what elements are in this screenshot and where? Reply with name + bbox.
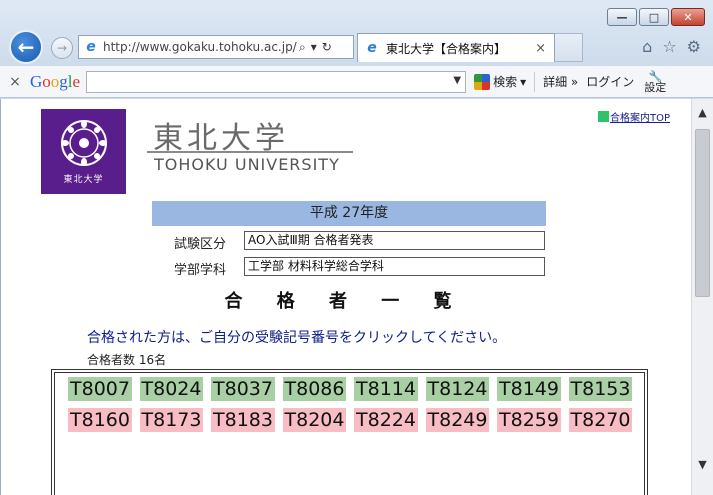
maximize-icon: □	[648, 10, 660, 24]
exam-number-link[interactable]: T8024	[139, 377, 204, 401]
university-emblem-icon	[60, 120, 107, 166]
new-tab-button[interactable]	[555, 33, 583, 62]
exam-type-label: 試験区分	[174, 237, 227, 252]
exam-type-row: 試験区分 AO入試Ⅲ期 合格者発表	[152, 231, 546, 252]
tab-close-icon[interactable]: ×	[535, 41, 546, 56]
successful-list-title: 合 格 者 一 覧	[224, 291, 466, 312]
search-history-dropdown-icon[interactable]: ▼	[453, 75, 461, 86]
logo-caption: 東北大学	[63, 175, 104, 185]
wrench-icon: 🔧	[648, 69, 663, 83]
back-button[interactable]: ←	[9, 30, 43, 64]
exam-number-link[interactable]: T8259	[497, 408, 561, 432]
page-viewport: 東北大学 東北大学 TOHOKU UNIVERSITY 合格案内TOP 平成 2…	[0, 99, 713, 495]
chevron-down-icon: ▾	[520, 74, 527, 89]
year-header: 平成 27年度	[152, 201, 546, 226]
department-value: 工学部 材料科学総合学科	[244, 257, 545, 276]
exam-number-link[interactable]: T8153	[568, 377, 633, 401]
click-instruction: 合格された方は、ご自分の受験記号番号をクリックしてください。	[87, 330, 507, 346]
favorites-star-icon[interactable]: ☆	[662, 37, 676, 56]
toolbar-settings-label: 設定	[644, 80, 667, 94]
maximize-button[interactable]: □	[639, 8, 669, 26]
exam-number-link[interactable]: T8149	[497, 377, 561, 401]
scroll-down-icon[interactable]: ▼	[692, 455, 713, 475]
exam-number-link[interactable]: T8270	[568, 408, 633, 432]
exam-type-value: AO入試Ⅲ期 合格者発表	[244, 231, 545, 250]
home-icon[interactable]: ⌂	[642, 37, 652, 56]
window-titlebar: — □ ✕ ← → e http://www.gokaku.tohoku.ac.…	[0, 0, 713, 66]
tab-title: 東北大学【合格案内】	[386, 41, 507, 56]
exam-number-link[interactable]: T8160	[68, 408, 132, 432]
tohoku-logo: 東北大学	[41, 109, 126, 194]
scroll-up-icon[interactable]: ▲	[692, 103, 713, 123]
settings-gear-icon[interactable]: ⚙	[687, 37, 701, 56]
login-button[interactable]: ログイン	[586, 73, 634, 90]
close-icon: ✕	[683, 10, 693, 24]
google-search-input[interactable]: ▼	[86, 70, 467, 93]
number-list-box: T8007 T8024 T8037 T8086 T8114 T8124 T8149 T8153…	[51, 369, 648, 495]
browser-tool-icons: ⌂ ☆ ⚙	[642, 37, 701, 56]
google-g-icon	[474, 73, 491, 90]
google-toolbar: × Google ▼ 検索 ▾ 詳細 » ログイン 🔧 設定	[0, 66, 713, 98]
google-logo: Google	[30, 71, 81, 91]
toolbar-divider	[534, 71, 536, 92]
refresh-icon[interactable]: ↻	[322, 40, 332, 54]
url-text[interactable]: http://www.gokaku.tohoku.ac.jp/	[103, 40, 297, 54]
toolbar-close-icon[interactable]: ×	[0, 74, 30, 90]
minimize-icon: —	[616, 10, 628, 24]
google-search-label: 検索	[493, 75, 518, 89]
address-tools: ⌕ ▾ ↻	[299, 40, 332, 55]
green-square-icon	[598, 111, 609, 122]
department-row: 学部学科 工学部 材料科学総合学科	[152, 257, 546, 278]
exam-number-link[interactable]: T8204	[282, 408, 347, 432]
vertical-scrollbar[interactable]: ▲ ▼	[691, 99, 713, 495]
search-icon[interactable]: ⌕	[299, 40, 306, 55]
close-window-button[interactable]: ✕	[671, 8, 705, 26]
department-label: 学部学科	[174, 263, 227, 278]
exam-number-link[interactable]: T8183	[211, 408, 275, 432]
google-search-button[interactable]: 検索 ▾	[474, 73, 526, 90]
ie-page-icon: e	[86, 39, 96, 55]
top-page-link-label: 合格案内TOP	[610, 113, 671, 124]
university-name-en: TOHOKU UNIVERSITY	[154, 155, 340, 174]
forward-button[interactable]: →	[51, 37, 73, 59]
exam-number-link[interactable]: T8173	[139, 408, 204, 432]
tab-tohoku[interactable]: e 東北大学【合格案内】 ×	[357, 33, 555, 62]
details-button[interactable]: 詳細 »	[543, 73, 578, 90]
title-divider	[147, 151, 353, 153]
minimize-button[interactable]: —	[607, 8, 637, 26]
scroll-thumb[interactable]	[695, 129, 710, 297]
exam-number-link[interactable]: T8224	[354, 408, 418, 432]
forward-arrow-icon: →	[56, 41, 68, 55]
exam-number-link[interactable]: T8037	[211, 377, 275, 401]
exam-number-link[interactable]: T8007	[68, 377, 132, 401]
exam-number-link[interactable]: T8124	[425, 377, 490, 401]
successful-count: 合格者数 16名	[87, 353, 167, 367]
exam-number-link[interactable]: T8249	[425, 408, 490, 432]
top-page-link[interactable]: 合格案内TOP	[598, 109, 670, 124]
exam-number-link[interactable]: T8086	[282, 377, 347, 401]
toolbar-settings-button[interactable]: 🔧 設定	[644, 71, 666, 93]
back-arrow-icon: ←	[17, 35, 35, 59]
address-bar[interactable]: e http://www.gokaku.tohoku.ac.jp/ ⌕ ▾ ↻	[78, 35, 354, 59]
window-controls: — □ ✕	[605, 8, 705, 26]
tab-favicon-icon: e	[367, 40, 377, 56]
exam-number-link[interactable]: T8114	[354, 377, 418, 401]
address-dropdown-icon[interactable]: ▾	[311, 40, 317, 54]
